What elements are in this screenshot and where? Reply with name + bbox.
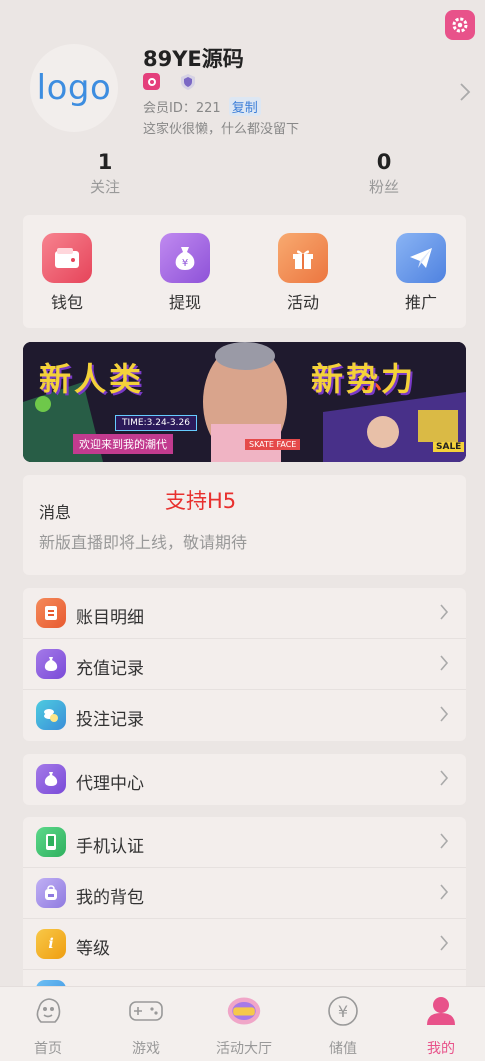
tab-games[interactable]: 游戏 xyxy=(106,993,186,1058)
tab-label: 活动大厅 xyxy=(216,1041,272,1057)
chevron-right-icon xyxy=(440,655,449,671)
quick-action-activity[interactable]: 活动 xyxy=(263,233,343,313)
quick-action-label: 活动 xyxy=(286,293,319,312)
banner-date: TIME:3.24-3.26 xyxy=(115,415,197,431)
menu-item-label: 等级 xyxy=(76,939,110,959)
gear-icon xyxy=(452,17,468,33)
coins-icon xyxy=(36,700,66,730)
tab-label: 首页 xyxy=(34,1041,62,1057)
username: 89YE源码 xyxy=(143,47,244,71)
tab-label: 游戏 xyxy=(132,1041,160,1057)
quick-action-withdraw[interactable]: ¥ 提现 xyxy=(145,233,225,313)
chevron-right-icon xyxy=(440,833,449,849)
following-stat[interactable]: 1 关注 xyxy=(45,150,165,197)
menu-item-account-details[interactable]: 账目明细 xyxy=(23,588,466,639)
quick-action-label: 提现 xyxy=(168,293,201,312)
phone-icon xyxy=(36,827,66,857)
menu-group-account: 手机认证 我的背包 i 等级 xyxy=(23,817,466,992)
quick-action-label: 钱包 xyxy=(50,293,83,312)
following-count: 1 xyxy=(97,150,113,174)
tab-home[interactable]: 首页 xyxy=(8,993,88,1058)
quick-action-label: 推广 xyxy=(404,293,437,312)
followers-label: 粉丝 xyxy=(368,178,399,196)
menu-item-label: 代理中心 xyxy=(76,774,144,794)
message-badge-icon xyxy=(143,73,160,90)
notice-tag: 支持H5 xyxy=(165,489,237,513)
svg-text:¥: ¥ xyxy=(338,1002,348,1021)
notice-title: 消息 xyxy=(39,503,72,522)
wallet-icon xyxy=(42,233,92,283)
gift-icon xyxy=(278,233,328,283)
menu-item-level[interactable]: i 等级 xyxy=(23,919,466,970)
user-icon xyxy=(423,993,459,1029)
ledger-icon xyxy=(36,598,66,628)
tab-activity-hall[interactable]: 活动大厅 xyxy=(204,993,284,1058)
menu-item-recharge-records[interactable]: 充值记录 xyxy=(23,639,466,690)
chevron-right-icon xyxy=(440,706,449,722)
menu-group-agent: 代理中心 xyxy=(23,754,466,805)
chevron-right-icon xyxy=(460,83,471,101)
settings-button[interactable] xyxy=(445,10,475,40)
money-bag-icon xyxy=(36,649,66,679)
promo-banner[interactable]: 新人类 新势力 TIME:3.24-3.26 欢迎来到我的潮代 SKATE FA… xyxy=(23,342,466,462)
info-icon: i xyxy=(36,929,66,959)
menu-item-label: 账目明细 xyxy=(76,608,144,628)
menu-group-records: 账目明细 充值记录 投注记录 xyxy=(23,588,466,741)
menu-item-backpack[interactable]: 我的背包 xyxy=(23,868,466,919)
notice-card[interactable]: 消息 支持H5 新版直播即将上线，敬请期待 xyxy=(23,475,466,575)
gamepad-icon xyxy=(128,993,164,1029)
chevron-right-icon xyxy=(440,935,449,951)
user-bio: 这家伙很懒，什么都没留下 xyxy=(143,122,300,137)
money-bag-icon xyxy=(36,764,66,794)
tab-deposit[interactable]: ¥ 储值 xyxy=(303,993,383,1058)
profile-header[interactable]: logo 89YE源码 会员ID：221 复制 这家伙很懒，什么都没留下 xyxy=(0,40,485,145)
money-bag-icon: ¥ xyxy=(160,233,210,283)
yuan-icon: ¥ xyxy=(325,993,361,1029)
menu-item-label: 充值记录 xyxy=(76,659,144,679)
menu-item-bet-records[interactable]: 投注记录 xyxy=(23,690,466,741)
chevron-right-icon xyxy=(440,604,449,620)
quick-actions: 钱包 ¥ 提现 活动 推广 xyxy=(23,215,466,328)
member-id-label: 会员ID： xyxy=(143,101,196,116)
tab-label: 储值 xyxy=(329,1041,357,1057)
tab-mine[interactable]: 我的 xyxy=(401,993,481,1058)
menu-item-agent-center[interactable]: 代理中心 xyxy=(23,754,466,805)
followers-stat[interactable]: 0 粉丝 xyxy=(324,150,444,197)
backpack-icon xyxy=(36,878,66,908)
tab-label: 我的 xyxy=(427,1041,455,1057)
banner-welcome: 欢迎来到我的潮代 xyxy=(73,434,173,454)
chevron-right-icon xyxy=(440,770,449,786)
chevron-right-icon xyxy=(440,884,449,900)
menu-item-label: 我的背包 xyxy=(76,888,144,908)
member-id-value: 221 xyxy=(195,101,221,116)
quick-action-promote[interactable]: 推广 xyxy=(381,233,461,313)
copy-button[interactable]: 复制 xyxy=(228,97,261,116)
shield-badge-icon xyxy=(181,74,195,90)
bottom-tab-bar: 首页 游戏 活动大厅 ¥ 储值 我的 xyxy=(0,986,485,1061)
banner-brand: SKATE FACE xyxy=(245,439,301,450)
notice-message: 新版直播即将上线，敬请期待 xyxy=(39,533,248,552)
activity-hall-icon xyxy=(226,993,262,1029)
banner-headline-left: 新人类 xyxy=(39,360,145,398)
user-badges xyxy=(143,73,196,91)
svg-text:¥: ¥ xyxy=(182,258,188,269)
menu-item-phone-verify[interactable]: 手机认证 xyxy=(23,817,466,868)
member-id: 会员ID：221 复制 xyxy=(143,97,261,116)
avatar[interactable]: logo xyxy=(30,44,118,132)
follow-stats: 1 关注 0 粉丝 xyxy=(0,150,485,205)
menu-item-label: 投注记录 xyxy=(76,710,144,730)
followers-count: 0 xyxy=(376,150,392,174)
following-label: 关注 xyxy=(89,178,120,196)
banner-sale: SALE xyxy=(433,442,465,452)
home-icon xyxy=(30,993,66,1029)
banner-headline-right: 新势力 xyxy=(311,360,417,398)
menu-item-label: 手机认证 xyxy=(76,837,144,857)
paper-plane-icon xyxy=(396,233,446,283)
quick-action-wallet[interactable]: 钱包 xyxy=(27,233,107,313)
